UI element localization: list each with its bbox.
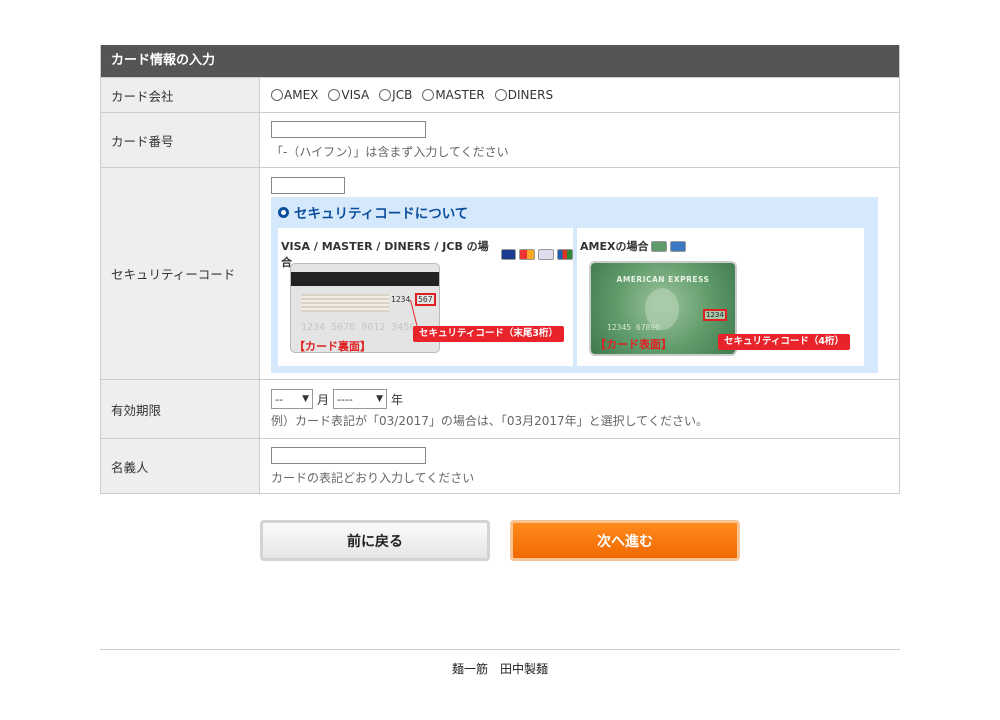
card-number-label: カード番号 <box>101 113 260 167</box>
card-company-radios: AMEX VISA JCB MASTER DINERS <box>271 88 899 102</box>
security-panel-amex: AMEXの場合 AMERICAN EXPRESS 1234 12345 6789… <box>577 228 864 366</box>
bullet-icon <box>278 206 289 218</box>
amex-card-image: AMERICAN EXPRESS 1234 12345 67890 【カード表面… <box>589 261 737 356</box>
card-holder-hint: カードの表記どおり入力してください <box>271 470 475 485</box>
card-front-tag: 【カード表面】 <box>595 338 672 351</box>
chevron-down-icon: ▼ <box>376 394 384 404</box>
radio-jcb[interactable]: JCB <box>379 88 412 102</box>
radio-amex[interactable]: AMEX <box>271 88 318 102</box>
footer-divider <box>100 649 900 650</box>
security-info-title: セキュリティコードについて <box>294 206 469 222</box>
security-code-label: セキュリティーコード <box>101 168 260 379</box>
panel-amex-title: AMEXの場合 <box>580 240 649 253</box>
back-button[interactable]: 前に戻る <box>260 520 490 561</box>
radio-circle-icon[interactable] <box>328 89 341 101</box>
card-holder-label: 名義人 <box>101 439 260 493</box>
radio-circle-icon[interactable] <box>422 89 435 101</box>
card-holder-input[interactable] <box>271 446 426 464</box>
expiry-year-select[interactable]: ---- ▼ <box>333 389 388 409</box>
card-number-hint: 「-（ハイフン）」は含まず入力してください <box>271 144 509 159</box>
diners-card-icon <box>538 248 555 260</box>
radio-diners[interactable]: DINERS <box>494 88 553 102</box>
row-card-number: カード番号 「-（ハイフン）」は含まず入力してください <box>101 112 899 167</box>
radio-circle-icon[interactable] <box>379 89 392 101</box>
next-button[interactable]: 次へ進む <box>510 520 740 561</box>
jcb-card-icon <box>557 248 573 260</box>
security-code-input[interactable] <box>271 177 345 194</box>
card-back-tag: 【カード裏面】 <box>294 340 371 353</box>
radio-circle-icon[interactable] <box>494 89 507 101</box>
expiry-month-select[interactable]: -- ▼ <box>271 389 313 409</box>
chevron-down-icon: ▼ <box>302 394 309 404</box>
amex-green-card-icon <box>651 240 668 252</box>
form-title: カード情報の入力 <box>101 45 899 77</box>
expiry-hint: 例）カード表記が「03/2017」の場合は、「03月2017年」と選択してくださ… <box>271 414 708 428</box>
row-expiry: 有効期限 -- ▼ 月 ---- ▼ 年 例）カード表記が「03/2017」の場… <box>101 379 899 438</box>
row-card-company: カード会社 AMEX VISA JCB MASTER DINERS <box>101 77 899 112</box>
row-security-code: セキュリティーコード セキュリティコードについて VISA / MASTER /… <box>101 167 899 379</box>
security-panel-visa: VISA / MASTER / DINERS / JCB の場合 1234 56… <box>278 228 573 366</box>
callout-4-digits: セキュリティコード（4桁） <box>718 334 851 350</box>
callout-3-digits: セキュリティコード（末尾3桁） <box>413 326 565 342</box>
row-card-holder: 名義人 カードの表記どおり入力してください <box>101 438 899 493</box>
radio-circle-icon[interactable] <box>271 89 283 101</box>
amex-blue-card-icon <box>670 240 687 252</box>
card-company-label: カード会社 <box>101 78 260 112</box>
card-number-input[interactable] <box>271 120 426 138</box>
security-code-info-box: セキュリティコードについて VISA / MASTER / DINERS / J… <box>271 197 878 373</box>
footer-text: 麺一筋 田中製麺 <box>451 662 548 676</box>
mastercard-icon <box>519 248 536 260</box>
radio-master[interactable]: MASTER <box>422 88 485 102</box>
card-form: カード情報の入力 カード会社 AMEX VISA JCB MASTER DINE… <box>100 45 900 494</box>
visa-card-icon <box>500 248 517 260</box>
expiry-label: 有効期限 <box>101 380 260 438</box>
radio-visa[interactable]: VISA <box>328 88 369 102</box>
